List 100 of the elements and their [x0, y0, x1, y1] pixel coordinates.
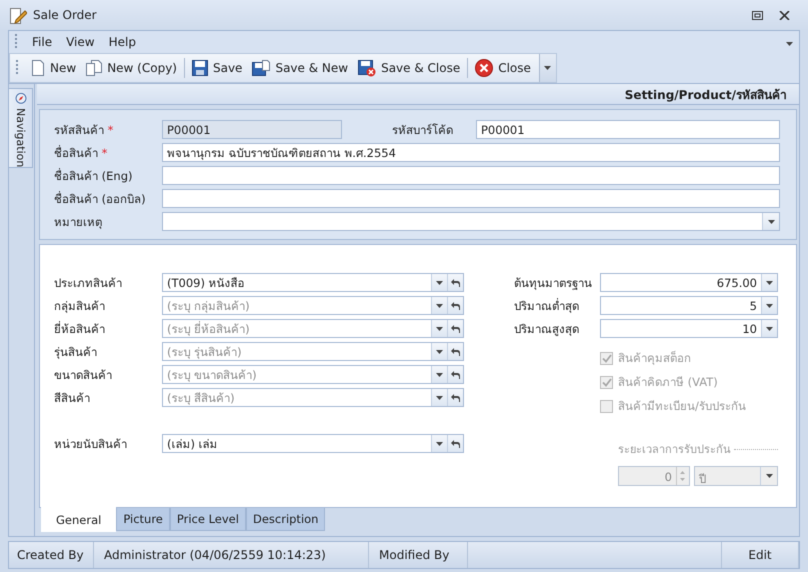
number-field[interactable]: 5 — [600, 296, 778, 315]
field-label: รุ่นสินค้า — [54, 344, 98, 360]
text-field[interactable] — [162, 189, 780, 208]
field-label: ชื่อสินค้า (Eng) — [54, 167, 134, 184]
close-icon — [475, 59, 494, 77]
breadcrumb: Setting/Product/รหัสสินค้า — [37, 84, 799, 105]
reset-button[interactable] — [447, 274, 463, 291]
close-icon[interactable] — [779, 10, 790, 20]
note-combo-field[interactable] — [162, 212, 780, 231]
reset-button[interactable] — [447, 389, 463, 406]
overflow-caret-icon[interactable] — [786, 42, 793, 46]
toolbar-button[interactable]: Save & Close — [353, 56, 466, 80]
reset-button[interactable] — [447, 366, 463, 383]
undo-icon — [451, 440, 460, 448]
field-label: ขนาดสินค้า — [54, 366, 113, 384]
field-label: ยี่ห้อสินค้า — [54, 320, 106, 338]
dropdown-button[interactable] — [431, 389, 447, 406]
caret-icon — [436, 280, 443, 284]
number-field[interactable]: 675.00 — [600, 273, 778, 292]
caret-icon — [766, 304, 773, 308]
caret-icon — [766, 280, 773, 284]
field-label: หน่วยนับสินค้า — [54, 436, 128, 452]
toolbar-button[interactable]: New (Copy) — [81, 57, 182, 79]
caret-icon — [436, 326, 443, 330]
required-asterisk: * — [102, 146, 108, 160]
reset-button[interactable] — [447, 343, 463, 360]
checkbox-label: สินค้ามีทะเบียน/รับประกัน — [618, 398, 746, 415]
toolbar-overflow-button[interactable] — [538, 54, 556, 82]
reset-button[interactable] — [447, 297, 463, 314]
toolbar-button[interactable]: Save — [186, 57, 248, 79]
field-label: รหัสบาร์โค้ด — [392, 122, 454, 138]
number-field[interactable]: 10 — [600, 319, 778, 338]
floppy-page-icon — [252, 60, 270, 76]
dropdown-button[interactable] — [431, 297, 447, 314]
caret-icon — [436, 304, 443, 308]
restore-icon[interactable] — [752, 10, 763, 20]
page-icon — [31, 60, 45, 76]
undo-icon — [451, 302, 460, 310]
caret-icon — [436, 350, 443, 354]
dropdown-button[interactable] — [761, 297, 777, 314]
menu-item[interactable]: File — [25, 33, 60, 51]
field-label: ต้นทุนมาตรฐาน — [514, 274, 593, 292]
status-value: Administrator (04/06/2559 10:14:23) — [94, 542, 369, 568]
required-asterisk: * — [108, 122, 114, 136]
undo-icon — [451, 394, 460, 402]
dropdown-button[interactable] — [761, 320, 777, 337]
checkbox-label: สินค้าคิดภาษี (VAT) — [618, 374, 718, 391]
toolbar-button[interactable]: New — [26, 57, 82, 79]
floppy-icon — [192, 60, 208, 76]
field-label: ปริมาณสูงสุด — [514, 320, 580, 338]
caret-icon — [436, 396, 443, 400]
field-label: ชื่อสินค้า * — [54, 144, 108, 162]
text-field[interactable] — [162, 166, 780, 185]
tab[interactable]: Price Level — [170, 508, 246, 531]
caret-icon — [544, 66, 552, 70]
tab[interactable]: Picture — [116, 508, 170, 531]
menu-item[interactable]: Help — [102, 33, 143, 51]
barcode-field[interactable]: P00001 — [476, 120, 780, 139]
dropdown-button[interactable] — [761, 274, 777, 291]
tab[interactable]: Description — [246, 508, 326, 531]
toolbar-button[interactable]: Save & New — [247, 57, 354, 79]
caret-icon — [766, 326, 773, 330]
status-label: Created By — [9, 542, 94, 568]
field-label: หมายเหตุ — [54, 214, 103, 230]
pages-icon — [86, 60, 102, 76]
undo-icon — [451, 348, 460, 356]
toolbar-button[interactable]: Close — [470, 56, 536, 80]
field-label: สีสินค้า — [54, 390, 91, 406]
reset-button[interactable] — [447, 435, 463, 452]
window-title: Sale Order — [33, 8, 98, 22]
lookup-field[interactable]: (เล่ม) เล่ม — [162, 434, 464, 453]
reset-button[interactable] — [447, 320, 463, 337]
edit-document-icon — [10, 6, 27, 24]
dropdown-button[interactable] — [431, 274, 447, 291]
floppy-delete-icon — [358, 60, 376, 76]
lookup-field[interactable]: (T009) หนังสือ — [162, 273, 464, 292]
navigation-tab[interactable]: Navigation — [9, 88, 33, 168]
group-label: ระยะเวลาการรับประกัน — [618, 442, 731, 458]
mode-indicator: Edit — [722, 542, 799, 568]
status-label: Modified By — [369, 542, 468, 568]
tab[interactable]: General — [41, 507, 116, 532]
undo-icon — [451, 370, 460, 378]
dropdown-button[interactable] — [431, 366, 447, 383]
field-label: รหัสสินค้า * — [54, 122, 114, 138]
caret-icon — [768, 220, 774, 224]
dropdown-button[interactable] — [431, 320, 447, 337]
undo-icon — [451, 278, 460, 286]
field-label: ชื่อสินค้า (ออกบิล) — [54, 190, 147, 208]
menu-item[interactable]: View — [59, 33, 102, 51]
dropdown-button[interactable] — [431, 435, 447, 452]
checkbox-label: สินค้าคุมสต็อก — [618, 350, 691, 367]
caret-icon — [766, 474, 772, 478]
undo-icon — [451, 324, 460, 332]
caret-icon — [436, 372, 443, 376]
field-label: ประเภทสินค้า — [54, 274, 123, 292]
dropdown-button[interactable] — [431, 343, 447, 360]
field-label: กลุ่มสินค้า — [54, 298, 106, 314]
compass-icon — [14, 93, 28, 104]
text-field[interactable]: พจนานุกรม ฉบับราชบัณฑิตยสถาน พ.ศ.2554 — [162, 143, 780, 162]
field-label: ปริมาณต่ำสุด — [514, 297, 580, 314]
